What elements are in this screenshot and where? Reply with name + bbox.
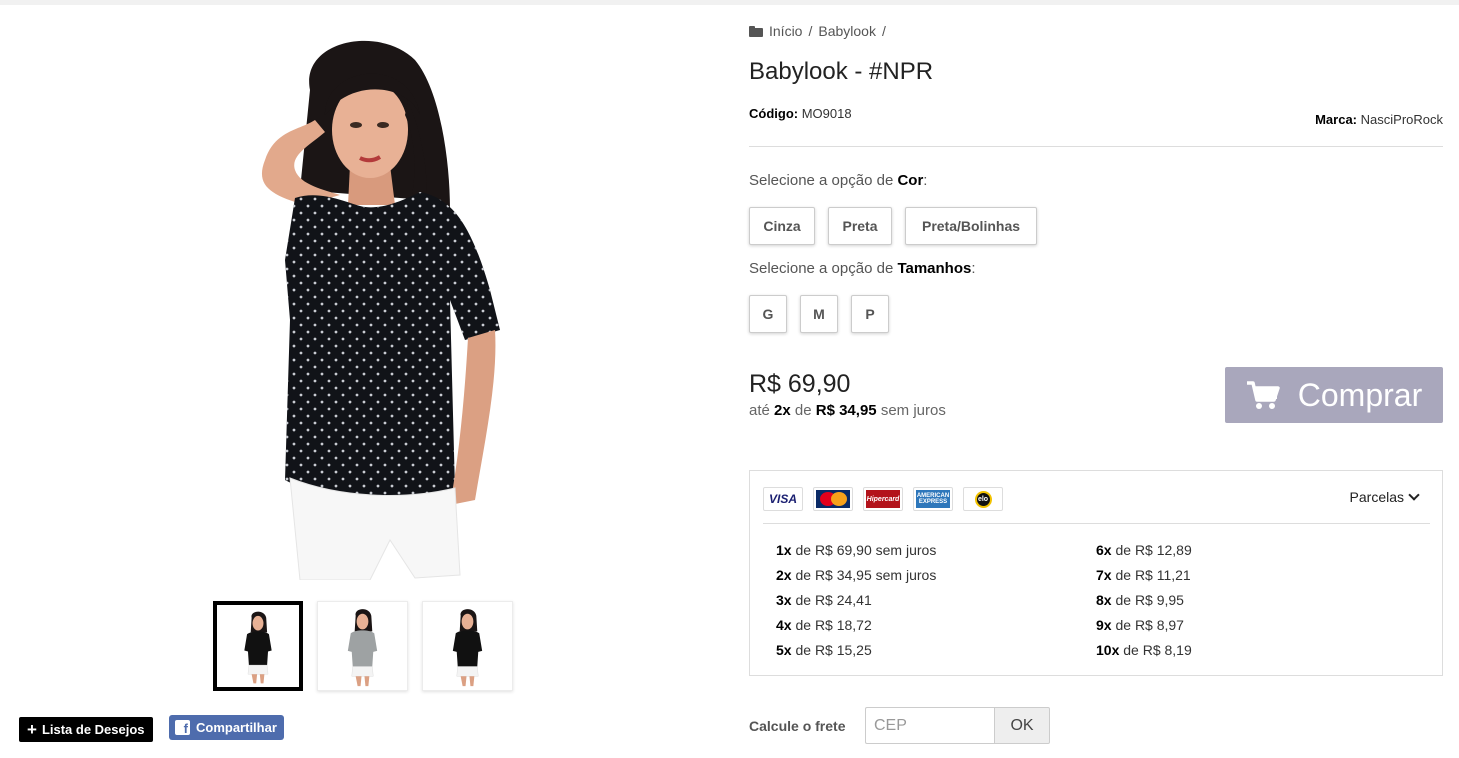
thumbnail-2-image — [347, 609, 378, 687]
facebook-share-button[interactable]: f Compartilhar — [169, 715, 284, 740]
size-option-suffix: : — [971, 260, 976, 277]
wishlist-button[interactable]: + Lista de Desejos — [19, 717, 153, 742]
divider — [749, 146, 1443, 147]
color-option-cinza[interactable]: Cinza — [749, 207, 815, 245]
installment-value: R$ 34,95 — [815, 402, 877, 419]
installment-row: 5x de R$ 15,25 — [776, 642, 872, 658]
size-option-p[interactable]: P — [851, 295, 889, 333]
card-brands: VISA Hipercard AMERICAN EXPRESS elo — [763, 487, 1003, 511]
installment-prefix: até — [749, 402, 770, 419]
thumbnail-1-image — [244, 611, 272, 684]
mastercard-icon — [813, 487, 853, 511]
color-option-preta[interactable]: Preta — [828, 207, 892, 245]
top-border — [0, 0, 1459, 5]
thumbnail-gallery — [213, 601, 513, 691]
shipping-label: Calcule o frete — [749, 718, 846, 734]
size-option-name: Tamanhos — [897, 260, 972, 277]
breadcrumb: Início / Babylook / — [749, 23, 886, 39]
installment-row: 9x de R$ 8,97 — [1096, 617, 1184, 633]
main-product-image[interactable] — [150, 20, 570, 581]
breadcrumb-separator: / — [808, 23, 813, 39]
product-price: R$ 69,90 — [749, 370, 851, 398]
buy-button[interactable]: Comprar — [1225, 367, 1443, 423]
chevron-down-icon — [1408, 489, 1420, 501]
wishlist-label: Lista de Desejos — [41, 722, 145, 737]
size-option-label: Selecione a opção de Tamanhos: — [749, 260, 976, 277]
installment-suffix: sem juros — [880, 402, 946, 419]
facebook-icon: f — [175, 720, 190, 735]
color-option-label: Selecione a opção de Cor: — [749, 172, 927, 189]
installment-row: 7x de R$ 11,21 — [1096, 567, 1191, 583]
divider — [763, 523, 1430, 524]
color-options: Cinza Preta Preta/Bolinhas — [749, 207, 1037, 245]
product-code-value: MO9018 — [801, 106, 852, 121]
hipercard-icon: Hipercard — [863, 487, 903, 511]
color-option-suffix: : — [923, 172, 928, 189]
breadcrumb-category-link[interactable]: Babylook — [818, 23, 876, 39]
plus-icon: + — [27, 720, 37, 739]
installment-de: de — [794, 402, 812, 419]
installment-row: 8x de R$ 9,95 — [1096, 592, 1184, 608]
installment-row: 4x de R$ 18,72 — [776, 617, 872, 633]
installment-row: 10x de R$ 8,19 — [1096, 642, 1192, 658]
folder-icon — [749, 25, 763, 37]
parcelas-toggle[interactable]: Parcelas — [1349, 489, 1420, 505]
color-option-preta-bolinhas[interactable]: Preta/Bolinhas — [905, 207, 1037, 245]
thumbnail-3-image — [452, 609, 483, 687]
thumbnail-3[interactable] — [422, 601, 513, 691]
buy-button-label: Comprar — [1297, 376, 1423, 413]
elo-icon: elo — [963, 487, 1003, 511]
installments-right: 6x de R$ 12,89 7x de R$ 11,21 8x de R$ 9… — [1096, 540, 1192, 665]
breadcrumb-separator: / — [881, 23, 886, 39]
share-label: Compartilhar — [196, 720, 277, 735]
installment-row: 1x de R$ 69,90 sem juros — [776, 542, 937, 558]
payment-options-box: VISA Hipercard AMERICAN EXPRESS elo Parc… — [749, 470, 1443, 676]
size-options: G M P — [749, 295, 889, 333]
shipping-ok-button[interactable]: OK — [994, 707, 1050, 744]
product-code-label: Código: — [749, 106, 799, 121]
installment-row: 2x de R$ 34,95 sem juros — [776, 567, 937, 583]
breadcrumb-home-link[interactable]: Início — [769, 23, 802, 39]
cep-input[interactable] — [865, 707, 995, 744]
installment-summary: até 2x de R$ 34,95 sem juros — [749, 402, 946, 419]
installment-count: 2x — [774, 402, 791, 419]
installment-row: 3x de R$ 24,41 — [776, 592, 872, 608]
product-brand: Marca: NasciProRock — [1315, 112, 1443, 127]
installment-row: 6x de R$ 12,89 — [1096, 542, 1192, 558]
installments-left: 1x de R$ 69,90 sem juros 2x de R$ 34,95 … — [776, 540, 936, 665]
visa-icon: VISA — [763, 487, 803, 511]
size-option-prefix: Selecione a opção de — [749, 260, 894, 277]
size-option-g[interactable]: G — [749, 295, 787, 333]
product-photo-illustration — [261, 40, 500, 581]
thumbnail-2[interactable] — [317, 601, 408, 691]
thumbnail-1[interactable] — [213, 601, 303, 691]
cart-icon — [1246, 381, 1280, 409]
product-code: Código: MO9018 — [749, 106, 852, 121]
product-brand-label: Marca: — [1315, 112, 1358, 127]
amex-icon: AMERICAN EXPRESS — [913, 487, 953, 511]
color-option-name: Cor — [897, 172, 924, 189]
size-option-m[interactable]: M — [800, 295, 838, 333]
color-option-prefix: Selecione a opção de — [749, 172, 894, 189]
product-brand-value: NasciProRock — [1360, 112, 1443, 127]
product-title: Babylook - #NPR — [749, 58, 934, 85]
parcelas-label: Parcelas — [1349, 489, 1404, 505]
